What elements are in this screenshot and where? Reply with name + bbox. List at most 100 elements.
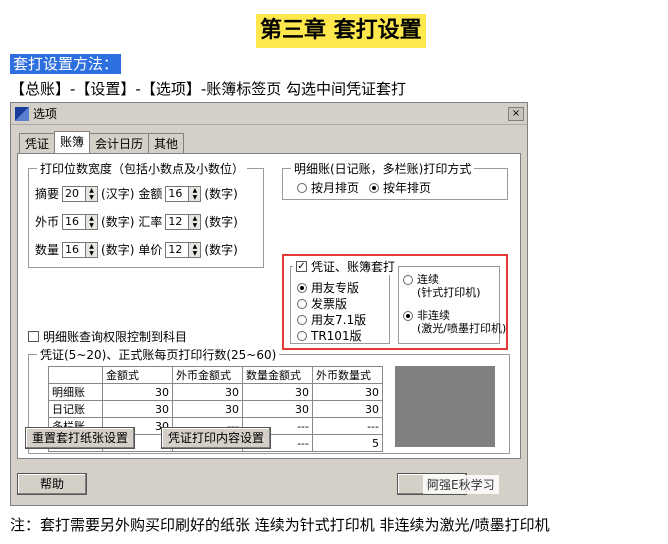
radio-selected-icon[interactable] xyxy=(403,311,413,321)
price-unit: (数字) xyxy=(204,243,238,257)
quantity-label: 数量 xyxy=(35,243,60,257)
version-invoice[interactable]: 发票版 xyxy=(297,295,357,312)
radio-icon[interactable] xyxy=(297,314,307,325)
voucher-content-button[interactable]: 凭证打印内容设置 xyxy=(161,427,271,449)
version-yonyou[interactable]: 用友专版 xyxy=(297,279,369,296)
spin-arrows-icon[interactable]: ▲ ▼ xyxy=(86,213,99,230)
watermark-text: 阿强E秋学习 xyxy=(423,475,499,494)
version-label: 发票版 xyxy=(311,297,348,311)
table-cell[interactable]: 30 xyxy=(312,383,383,401)
spin-arrows-icon[interactable]: ▲ ▼ xyxy=(189,185,202,202)
radio-noncontinuous[interactable]: 非连续 (激光/喷墨打印机) xyxy=(403,309,506,335)
amount-label: 金额 xyxy=(138,187,163,201)
table-header xyxy=(48,366,103,384)
tab-other[interactable]: 其他 xyxy=(148,133,185,153)
table-cell[interactable]: 30 xyxy=(242,383,313,401)
version-label: TR101版 xyxy=(311,329,362,343)
rows-per-page-title: 凭证(5~20)、正式账每页打印行数(25~60) xyxy=(37,346,280,363)
digits-row-foreign: 外币 16 ▲ ▼ (数字) 汇率 12 ▲ ▼ (数字) xyxy=(35,213,238,230)
tab-calendar[interactable]: 会计日历 xyxy=(89,133,150,153)
quantity-value[interactable]: 16 xyxy=(62,241,87,258)
radio-by-year[interactable]: 按年排页 xyxy=(369,179,431,196)
quantity-unit: (数字) xyxy=(101,243,135,257)
method-label: 套打设置方法： xyxy=(10,54,122,74)
continuity-group: 连续 (针式打印机) 非连续 (激光/喷墨打印机) xyxy=(398,266,506,344)
spin-arrows-icon[interactable]: ▲ ▼ xyxy=(189,241,202,258)
table-cell[interactable]: 5 xyxy=(312,434,383,452)
rate-value[interactable]: 12 xyxy=(165,213,190,230)
table-header: 数量金额式 xyxy=(242,366,313,384)
chapter-title: 第三章 套打设置 xyxy=(256,14,426,48)
amount-value[interactable]: 16 xyxy=(165,185,190,202)
radio-icon[interactable] xyxy=(297,298,307,309)
table-cell[interactable]: 30 xyxy=(172,400,243,418)
options-dialog: 选项 × 凭证 账簿 会计日历 其他 打印位数宽度（包括小数点及小数位） 摘要 … xyxy=(10,102,528,506)
table-header: 外币金额式 xyxy=(172,366,243,384)
table-row: 日记账 30 30 30 30 xyxy=(48,400,383,418)
rate-stepper[interactable]: 12 ▲ ▼ xyxy=(165,213,202,230)
detail-print-group-title: 明细账(日记账，多栏账)打印方式 xyxy=(291,160,475,177)
foreign-label: 外币 xyxy=(35,215,60,229)
digits-group-title: 打印位数宽度（包括小数点及小数位） xyxy=(37,160,248,177)
close-button[interactable]: × xyxy=(508,106,524,121)
price-label: 单价 xyxy=(138,243,163,257)
checkbox-checked-icon[interactable]: ✓ xyxy=(296,261,307,272)
amount-stepper[interactable]: 16 ▲ ▼ xyxy=(165,185,202,202)
digits-group: 打印位数宽度（包括小数点及小数位） 摘要 20 ▲ ▼ (汉字) 金额 16 ▲ ▼… xyxy=(28,160,264,268)
foreign-value[interactable]: 16 xyxy=(62,213,87,230)
app-icon xyxy=(15,106,29,121)
version-yonyou71[interactable]: 用友7.1版 xyxy=(297,311,376,328)
checkbox-icon[interactable] xyxy=(28,331,39,342)
dialog-title: 选项 xyxy=(33,107,58,121)
table-cell[interactable]: 30 xyxy=(102,383,173,401)
help-button[interactable]: 帮助 xyxy=(17,473,87,495)
table-cell[interactable]: --- xyxy=(312,417,383,435)
foreign-unit: (数字) xyxy=(101,215,135,229)
radio-selected-icon[interactable] xyxy=(297,282,307,293)
table-cell[interactable]: 30 xyxy=(172,383,243,401)
radio-selected-icon[interactable] xyxy=(369,182,380,193)
spin-arrows-icon[interactable]: ▲ ▼ xyxy=(86,241,99,258)
overlay-print-group: ✓ 凭证、账簿套打 用友专版 发票版 用友7.1版 TR101版 xyxy=(290,258,399,344)
summary-label: 摘要 xyxy=(35,187,60,201)
foreign-stepper[interactable]: 16 ▲ ▼ xyxy=(62,213,99,230)
radio-icon[interactable] xyxy=(403,275,413,285)
tab-ledger[interactable]: 账簿 xyxy=(54,131,91,153)
quantity-stepper[interactable]: 16 ▲ ▼ xyxy=(62,241,99,258)
radio-icon[interactable] xyxy=(297,330,307,341)
permission-checkbox[interactable]: 明细账查询权限控制到科目 xyxy=(28,328,187,345)
ledger-tab-panel: 打印位数宽度（包括小数点及小数位） 摘要 20 ▲ ▼ (汉字) 金额 16 ▲ ▼… xyxy=(17,153,521,459)
spin-arrows-icon[interactable]: ▲ ▼ xyxy=(86,185,99,202)
spin-arrows-icon[interactable]: ▲ ▼ xyxy=(189,213,202,230)
summary-stepper[interactable]: 20 ▲ ▼ xyxy=(62,185,99,202)
table-header: 外币数量式 xyxy=(312,366,383,384)
menu-path-text: 【总账】-【设置】-【选项】-账簿标签页 勾选中间凭证套打 xyxy=(10,80,407,98)
tab-voucher[interactable]: 凭证 xyxy=(19,133,56,153)
detail-print-group: 明细账(日记账，多栏账)打印方式 按月排页 按年排页 xyxy=(282,160,508,200)
radio-by-year-label: 按年排页 xyxy=(383,181,432,195)
table-empty-area xyxy=(395,366,495,447)
version-label: 用友7.1版 xyxy=(311,313,367,327)
price-value[interactable]: 12 xyxy=(165,241,190,258)
table-cell[interactable]: 30 xyxy=(102,400,173,418)
continuous-sub: (针式打印机) xyxy=(417,286,481,299)
digits-row-quantity: 数量 16 ▲ ▼ (数字) 单价 12 ▲ ▼ (数字) xyxy=(35,241,238,258)
noncontinuous-label: 非连续 xyxy=(417,309,450,322)
digits-row-summary: 摘要 20 ▲ ▼ (汉字) 金额 16 ▲ ▼ (数字) xyxy=(35,185,238,202)
continuous-label: 连续 xyxy=(417,273,439,286)
reset-paper-button[interactable]: 重置套打纸张设置 xyxy=(25,427,135,449)
version-tr101[interactable]: TR101版 xyxy=(297,327,372,344)
summary-value[interactable]: 20 xyxy=(62,185,87,202)
radio-by-month[interactable]: 按月排页 xyxy=(297,179,359,196)
detail-print-options: 按月排页 按年排页 xyxy=(297,179,441,196)
radio-by-month-label: 按月排页 xyxy=(311,181,360,195)
overlay-print-checkbox[interactable]: ✓ 凭证、账簿套打 xyxy=(293,258,399,275)
radio-continuous[interactable]: 连续 (针式打印机) xyxy=(403,273,481,299)
table-cell[interactable]: 30 xyxy=(312,400,383,418)
table-cell[interactable]: 30 xyxy=(242,400,313,418)
summary-unit: (汉字) xyxy=(101,187,135,201)
footer-note: 注：套打需要另外购买印刷好的纸张 连续为针式打印机 非连续为激光/喷墨打印机 xyxy=(10,516,550,534)
price-stepper[interactable]: 12 ▲ ▼ xyxy=(165,241,202,258)
radio-icon[interactable] xyxy=(297,182,307,193)
tab-bar: 凭证 账簿 会计日历 其他 xyxy=(19,131,185,155)
